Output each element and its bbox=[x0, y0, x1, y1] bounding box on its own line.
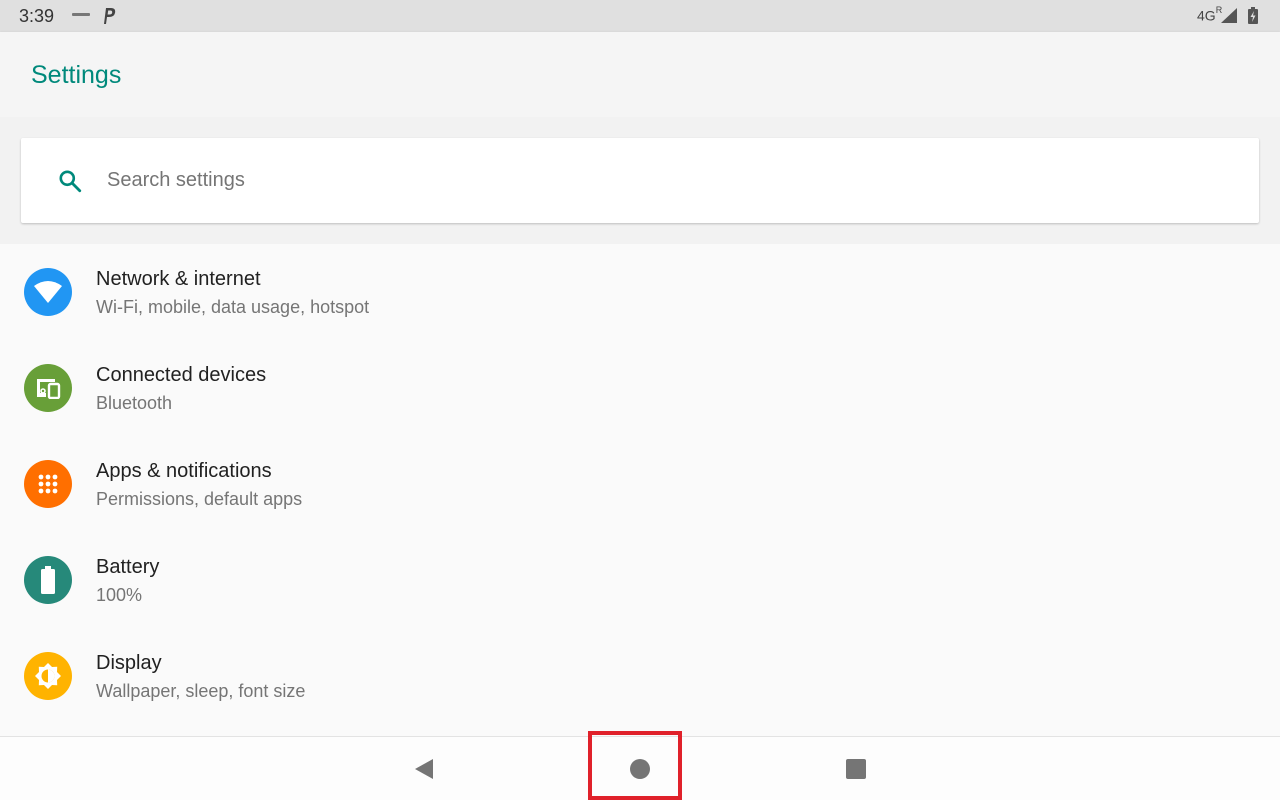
settings-item-network[interactable]: Network & internet Wi-Fi, mobile, data u… bbox=[0, 244, 1280, 340]
app-bar: Settings bbox=[0, 32, 1280, 117]
settings-item-subtitle: Bluetooth bbox=[96, 393, 173, 413]
navigation-bar bbox=[0, 731, 1280, 800]
settings-item-display[interactable]: Display Wallpaper, sleep, font size bbox=[0, 628, 1280, 724]
back-triangle-icon bbox=[415, 759, 433, 779]
recents-button[interactable] bbox=[810, 737, 902, 800]
settings-item-apps[interactable]: Apps & notifications Permissions, defaul… bbox=[0, 436, 1280, 532]
back-button[interactable] bbox=[378, 737, 470, 800]
p-app-icon bbox=[104, 8, 116, 24]
settings-item-connected-devices[interactable]: Connected devices Bluetooth bbox=[0, 340, 1280, 436]
settings-item-subtitle: 100% bbox=[96, 585, 143, 605]
status-bar: 3:39 4GR bbox=[0, 0, 1280, 32]
settings-item-subtitle: Wi-Fi, mobile, data usage, hotspot bbox=[96, 297, 370, 317]
recents-square-icon bbox=[846, 759, 866, 779]
battery-icon bbox=[24, 556, 72, 604]
highlight-box bbox=[588, 731, 682, 800]
settings-item-subtitle: Wallpaper, sleep, font size bbox=[96, 681, 306, 701]
page-title: Settings bbox=[31, 61, 122, 89]
settings-item-subtitle: Permissions, default apps bbox=[96, 489, 303, 509]
network-type: 4GR bbox=[1197, 5, 1223, 24]
brightness-icon bbox=[24, 652, 72, 700]
settings-item-title: Display bbox=[96, 652, 162, 674]
search-icon bbox=[59, 170, 82, 193]
settings-item-battery[interactable]: Battery 100% bbox=[0, 532, 1280, 628]
status-time: 3:39 bbox=[19, 6, 55, 26]
wifi-icon bbox=[24, 268, 72, 316]
settings-list: Network & internet Wi-Fi, mobile, data u… bbox=[0, 244, 1280, 724]
search-bar[interactable] bbox=[21, 138, 1259, 223]
search-area bbox=[0, 117, 1280, 244]
settings-item-title: Network & internet bbox=[96, 268, 261, 290]
settings-item-title: Apps & notifications bbox=[96, 460, 272, 482]
devices-icon bbox=[24, 364, 72, 412]
settings-item-title: Battery bbox=[96, 556, 160, 578]
notification-mini-icon bbox=[72, 13, 90, 16]
settings-item-title: Connected devices bbox=[96, 364, 267, 386]
signal-icon bbox=[1221, 8, 1237, 23]
search-input[interactable] bbox=[107, 164, 1207, 196]
battery-charging-icon bbox=[1248, 7, 1258, 24]
apps-icon bbox=[24, 460, 72, 508]
